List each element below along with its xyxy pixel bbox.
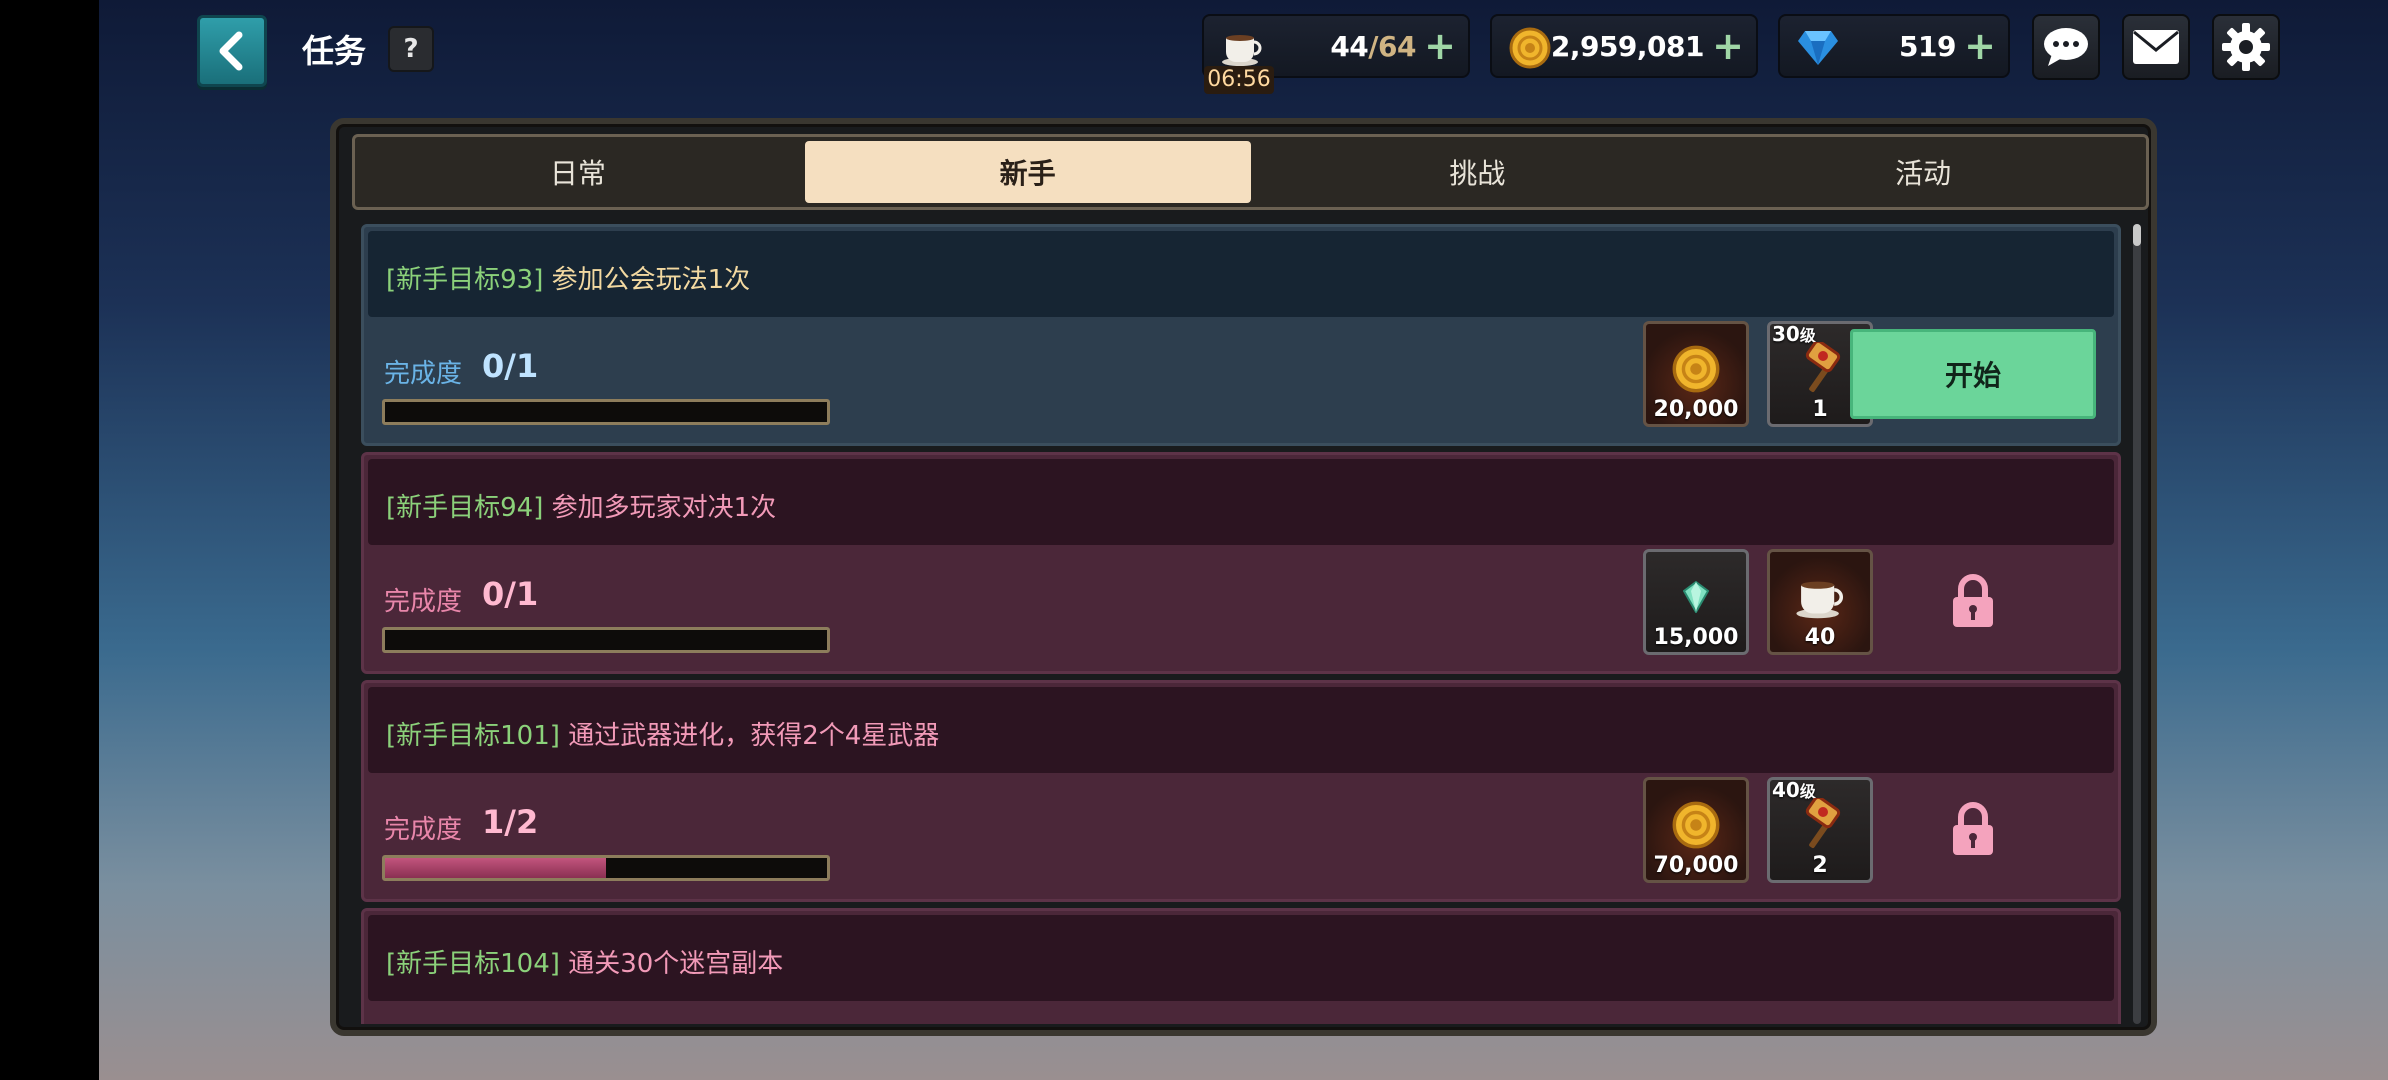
chat-bubble-icon bbox=[2044, 28, 2088, 66]
progress-value: 0/1 bbox=[482, 575, 539, 613]
progress-label: 完成度 bbox=[384, 815, 463, 845]
blue-gem-icon bbox=[1794, 24, 1842, 72]
gold-counter: 2,959,081 + bbox=[1490, 14, 1758, 78]
help-button[interactable]: ? bbox=[388, 26, 434, 72]
green-crystal-icon bbox=[1683, 581, 1709, 613]
coffee-cup-icon bbox=[1218, 24, 1266, 72]
tab-beginner[interactable]: 新手 bbox=[804, 141, 1251, 203]
tab-event[interactable]: 活动 bbox=[1700, 137, 2146, 207]
settings-button[interactable] bbox=[2212, 14, 2280, 80]
tab-daily[interactable]: 日常 bbox=[355, 137, 801, 207]
task-tab-bar: 日常 新手 挑战 活动 bbox=[352, 134, 2149, 210]
weapon-hammer-icon bbox=[1805, 342, 1841, 393]
gold-coin-icon bbox=[1672, 801, 1720, 849]
task-card: [新手目标94] 参加多玩家对决1次 完成度 0/1 15,000 40 bbox=[361, 452, 2121, 674]
lock-icon bbox=[1953, 802, 1993, 855]
reward-count: 15,000 bbox=[1653, 625, 1739, 650]
reward-count: 70,000 bbox=[1653, 853, 1739, 878]
reward-count: 2 bbox=[1812, 853, 1828, 878]
reward-slot[interactable]: 15,000 bbox=[1643, 549, 1749, 655]
progress-bar bbox=[382, 855, 830, 881]
stamina-max: /64 bbox=[1368, 30, 1416, 63]
task-tag: [新手目标101] bbox=[386, 721, 560, 751]
task-card: [新手目标93] 参加公会玩法1次 完成度 0/1 20,000 30级 1 开… bbox=[361, 224, 2121, 446]
reward-slot[interactable]: 40 bbox=[1767, 549, 1873, 655]
start-button[interactable]: 开始 bbox=[1850, 329, 2096, 419]
progress-label: 完成度 bbox=[384, 359, 463, 389]
tab-challenge[interactable]: 挑战 bbox=[1255, 137, 1701, 207]
task-title: 参加公会玩法1次 bbox=[551, 265, 751, 295]
stamina-timer: 06:56 bbox=[1204, 66, 1274, 94]
task-header: [新手目标93] 参加公会玩法1次 bbox=[368, 231, 2114, 317]
lock-icon bbox=[1953, 574, 1993, 627]
add-gold-button[interactable]: + bbox=[1712, 26, 1744, 66]
back-button[interactable] bbox=[197, 15, 267, 87]
gem-counter: 519 + bbox=[1778, 14, 2010, 78]
task-card: [新手目标104] 通关30个迷宫副本 bbox=[361, 908, 2121, 1024]
task-tag: [新手目标104] bbox=[386, 949, 560, 979]
gold-coin-icon bbox=[1506, 24, 1554, 72]
chevron-left-icon bbox=[219, 31, 243, 71]
progress-value: 0/1 bbox=[482, 347, 539, 385]
gold-value: 2,959,081 bbox=[1550, 30, 1705, 63]
reward-slot[interactable]: 20,000 bbox=[1643, 321, 1749, 427]
task-header: [新手目标101] 通过武器进化，获得2个4星武器 bbox=[368, 687, 2114, 773]
chat-button[interactable] bbox=[2032, 14, 2100, 80]
stamina-value: 44 bbox=[1330, 30, 1369, 63]
task-list-scrollbar[interactable] bbox=[2133, 224, 2141, 1024]
task-header: [新手目标94] 参加多玩家对决1次 bbox=[368, 459, 2114, 545]
gem-value: 519 bbox=[1899, 30, 1956, 63]
scrollbar-thumb[interactable] bbox=[2133, 224, 2141, 246]
weapon-hammer-icon bbox=[1805, 798, 1841, 849]
task-header: [新手目标104] 通关30个迷宫副本 bbox=[368, 915, 2114, 1001]
task-list[interactable]: [新手目标93] 参加公会玩法1次 完成度 0/1 20,000 30级 1 开… bbox=[361, 224, 2131, 1024]
progress-bar bbox=[382, 399, 830, 425]
reward-slot[interactable]: 70,000 bbox=[1643, 777, 1749, 883]
task-tag: [新手目标94] bbox=[386, 493, 544, 523]
progress-label: 完成度 bbox=[384, 587, 463, 617]
add-gems-button[interactable]: + bbox=[1964, 26, 1996, 66]
task-title: 参加多玩家对决1次 bbox=[551, 493, 777, 523]
task-tag: [新手目标93] bbox=[386, 265, 544, 295]
reward-slot[interactable]: 40级 2 bbox=[1767, 777, 1873, 883]
page-title: 任务 bbox=[302, 32, 367, 70]
reward-count: 20,000 bbox=[1653, 397, 1739, 422]
reward-count: 40 bbox=[1804, 625, 1836, 650]
mail-icon bbox=[2133, 30, 2179, 64]
task-title: 通过武器进化，获得2个4星武器 bbox=[568, 721, 940, 751]
gold-coin-icon bbox=[1672, 345, 1720, 393]
coffee-cup-icon bbox=[1796, 581, 1843, 619]
progress-value: 1/2 bbox=[482, 803, 539, 841]
task-panel: 日常 新手 挑战 活动 [新手目标93] 参加公会玩法1次 完成度 0/1 20… bbox=[330, 118, 2157, 1036]
gear-icon bbox=[2222, 23, 2270, 71]
add-stamina-button[interactable]: + bbox=[1424, 26, 1456, 66]
task-card: [新手目标101] 通过武器进化，获得2个4星武器 完成度 1/2 70,000… bbox=[361, 680, 2121, 902]
mail-button[interactable] bbox=[2122, 14, 2190, 80]
progress-bar bbox=[382, 627, 830, 653]
task-title: 通关30个迷宫副本 bbox=[568, 949, 784, 979]
